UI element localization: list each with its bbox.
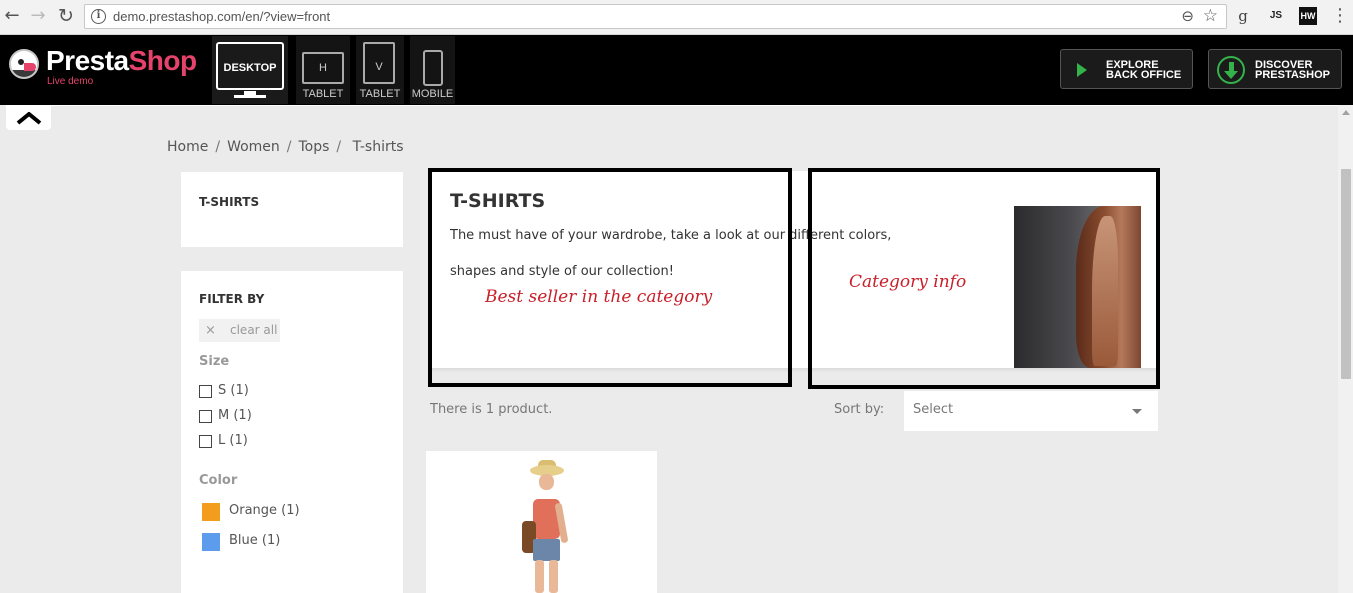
orange-swatch[interactable] (202, 503, 220, 521)
logo-accent-text: Shop (128, 45, 198, 76)
category-tree-block: T-SHIRTS (181, 172, 403, 247)
size-option-label: M (1) (218, 408, 252, 423)
clear-all-filters-button[interactable]: × clear all (199, 319, 280, 342)
js-extension-icon[interactable]: JS (1266, 7, 1286, 25)
faceted-filter-block: FILTER BY × clear all Size S (1) M (1) L… (181, 271, 403, 593)
annotation-category-info: Category info (849, 272, 967, 292)
forward-arrow-icon[interactable]: → (27, 5, 49, 27)
clear-all-label: clear all (230, 323, 278, 337)
caret-down-icon (1132, 409, 1142, 414)
reload-icon[interactable]: ↻ (55, 5, 77, 27)
grammar-extension-icon[interactable]: g (1236, 7, 1250, 25)
back-arrow-icon[interactable]: ← (1, 5, 23, 27)
discover-prestashop-button[interactable]: DISCOVER PRESTASHOP (1208, 49, 1342, 89)
scroll-up-icon[interactable] (1342, 110, 1350, 115)
product-tile[interactable] (426, 451, 657, 593)
color-facet-title: Color (199, 473, 238, 488)
device-tablet-v-label: TABLET (359, 88, 401, 100)
hw-extension-icon[interactable]: HW (1299, 7, 1317, 25)
checkbox[interactable] (199, 435, 212, 448)
download-icon (1217, 56, 1245, 84)
checkbox[interactable] (199, 385, 212, 398)
size-option-label: S (1) (218, 383, 249, 398)
prestashop-logo[interactable]: PrestaShop Live demo (9, 45, 209, 92)
device-desktop-label: DESKTOP (223, 62, 277, 74)
sort-select[interactable]: Select (904, 391, 1158, 431)
annotation-frame-best-seller (428, 168, 792, 387)
device-mobile-button[interactable]: MOBILE (410, 36, 455, 104)
tablet-h-letter: H (319, 62, 327, 74)
browser-menu-icon[interactable]: ⋮ (1331, 6, 1349, 26)
logo-subtitle: Live demo (47, 76, 94, 87)
size-option-label: L (1) (218, 433, 248, 448)
page-scrollbar[interactable] (1338, 105, 1353, 593)
checkbox[interactable] (199, 410, 212, 423)
size-facet-title: Size (199, 354, 230, 369)
js-extension-label: JS (1269, 10, 1283, 21)
tablet-v-letter: V (375, 61, 383, 73)
breadcrumb-women[interactable]: Women (227, 139, 280, 155)
product-count: There is 1 product. (430, 402, 553, 417)
puffin-logo-icon (9, 49, 39, 79)
explore-back-office-button[interactable]: EXPLORE BACK OFFICE (1060, 49, 1193, 89)
logo-wordmark: PrestaShop (46, 45, 197, 77)
explore-line2: BACK OFFICE (1106, 69, 1182, 81)
info-icon[interactable]: i (91, 9, 106, 24)
close-icon: × (205, 323, 216, 338)
device-tablet-vertical-button[interactable]: V TABLET (356, 36, 404, 104)
address-bar[interactable]: i demo.prestashop.com/en/?view=front ⊖ ☆ (84, 4, 1227, 29)
filter-heading: FILTER BY (199, 292, 265, 306)
bookmark-star-icon[interactable]: ☆ (1203, 6, 1218, 26)
phone-icon (423, 50, 443, 86)
breadcrumb-home[interactable]: Home (167, 139, 208, 155)
breadcrumb-tshirts[interactable]: T-shirts (353, 139, 404, 155)
demo-topbar: PrestaShop Live demo DESKTOP H TABLET V … (0, 35, 1353, 105)
blue-swatch[interactable] (202, 533, 220, 551)
product-image[interactable] (516, 460, 576, 593)
device-tablet-h-label: TABLET (302, 88, 344, 100)
browser-toolbar: ← → ↻ i demo.prestashop.com/en/?view=fro… (0, 0, 1353, 35)
sort-select-value: Select (913, 402, 954, 417)
play-icon (1077, 63, 1087, 77)
zoom-icon[interactable]: ⊖ (1181, 7, 1194, 25)
sidebar-category-title[interactable]: T-SHIRTS (199, 195, 259, 209)
topbar-divider (51, 105, 1338, 106)
scrollbar-thumb[interactable] (1341, 169, 1351, 379)
url-text[interactable]: demo.prestashop.com/en/?view=front (113, 9, 330, 24)
color-option-label: Orange (1) (229, 503, 300, 518)
device-mobile-label: MOBILE (411, 88, 454, 100)
color-option-label: Blue (1) (229, 533, 281, 548)
collapse-topbar-button[interactable] (6, 105, 51, 130)
discover-line2: PRESTASHOP (1255, 69, 1330, 81)
chevron-up-icon (16, 112, 42, 125)
sort-label: Sort by: (834, 402, 885, 417)
logo-main-text: Presta (46, 45, 129, 76)
device-desktop-button[interactable]: DESKTOP (212, 36, 288, 104)
breadcrumb-tops[interactable]: Tops (299, 139, 330, 155)
breadcrumb: Home / Women / Tops / T-shirts (167, 139, 404, 155)
device-tablet-horizontal-button[interactable]: H TABLET (296, 36, 350, 104)
annotation-best-seller: Best seller in the category (485, 287, 713, 307)
